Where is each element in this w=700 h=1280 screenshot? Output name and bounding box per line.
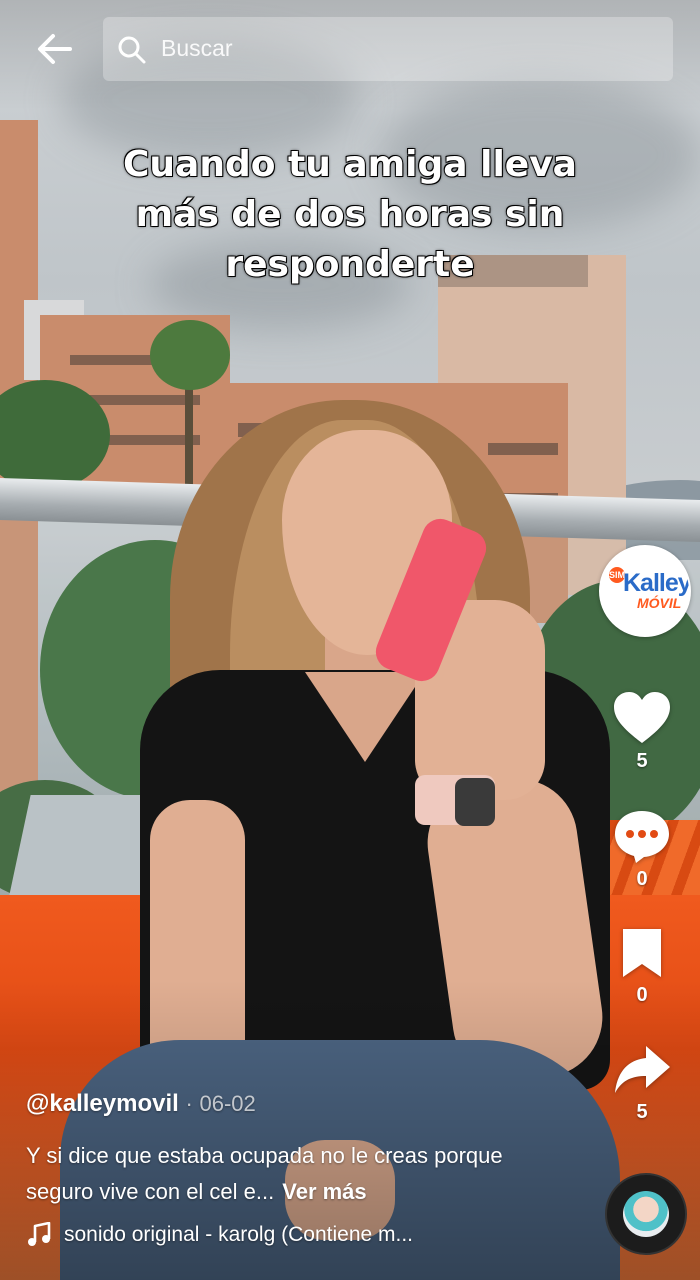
post-date: 06-02 [199, 1091, 256, 1116]
separator: · [185, 1091, 193, 1116]
sound-title: sonido original - karolg (Contiene m... [64, 1223, 414, 1246]
like-count: 5 [636, 750, 648, 772]
back-button[interactable] [32, 26, 78, 72]
description-text: Y si dice que estaba ocupada no le creas… [26, 1143, 503, 1204]
like-button[interactable]: 5 [602, 690, 682, 773]
search-icon [118, 36, 146, 64]
sound-disc[interactable] [605, 1173, 687, 1255]
comment-count: 0 [636, 868, 648, 890]
comment-button[interactable]: 0 [602, 808, 682, 891]
save-button[interactable]: 0 [602, 926, 682, 1007]
save-count: 0 [636, 984, 648, 1006]
search-bar[interactable]: Buscar [103, 17, 673, 81]
watch-face [455, 778, 495, 826]
see-more-link[interactable]: Ver más [282, 1179, 366, 1204]
comment-icon [615, 811, 669, 863]
brand-subname: MÓVIL [637, 595, 682, 611]
post-description: Y si dice que estaba ocupada no le creas… [26, 1138, 566, 1210]
creator-avatar[interactable]: SIM Kalley MÓVIL [599, 545, 691, 637]
music-note-icon [28, 1222, 51, 1246]
share-icon [615, 1046, 670, 1093]
author-line: @kalleymovil · 06-02 [26, 1090, 256, 1118]
video-caption: Cuando tu amiga lleva más de dos horas s… [122, 143, 578, 286]
search-placeholder: Buscar [161, 35, 233, 61]
share-button[interactable]: 5 [602, 1043, 682, 1124]
palm-crown [150, 320, 230, 390]
sound-link[interactable]: sonido original - karolg (Contiene m... [26, 1222, 413, 1248]
bookmark-icon [623, 929, 661, 977]
arrow-left-icon [38, 34, 72, 64]
author-handle[interactable]: @kalleymovil [26, 1090, 179, 1117]
sound-avatar [623, 1191, 669, 1237]
share-count: 5 [636, 1101, 648, 1123]
brand-name: Kalley [623, 569, 691, 597]
heart-icon [614, 692, 670, 743]
